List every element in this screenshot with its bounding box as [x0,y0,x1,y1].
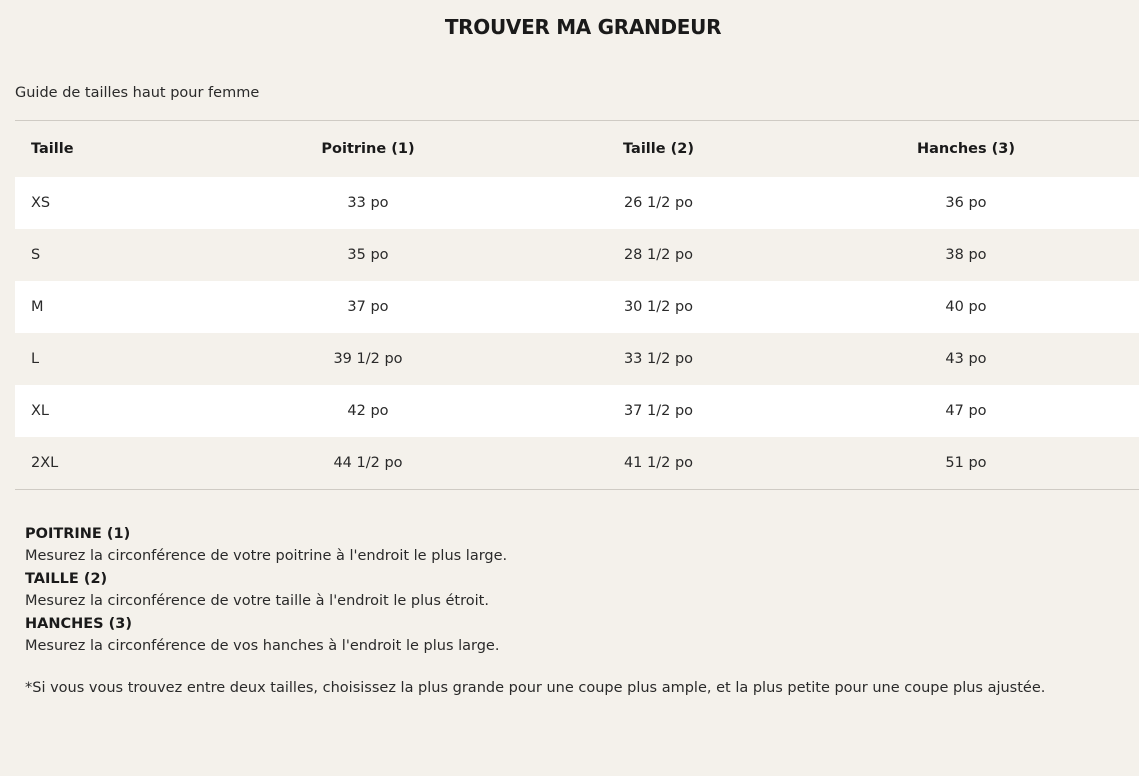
chest-cell: 33 po [347,195,389,211]
hips-cell: 36 po [945,195,987,211]
table-row: M 37 po 30 1/2 po 40 po [15,281,1139,333]
size-cell: L [31,351,40,367]
chest-cell: 39 1/2 po [333,351,403,367]
hips-cell: 43 po [945,351,987,367]
size-cell: M [31,299,44,315]
size-guide-subtitle: Guide de tailles haut pour femme [15,85,260,101]
note-waist-label: TAILLE (2) [25,571,108,587]
table-row: XS 33 po 26 1/2 po 36 po [15,177,1139,229]
hips-cell: 38 po [945,247,987,263]
note-chest-label: POITRINE (1) [25,526,131,542]
waist-cell: 28 1/2 po [623,247,694,263]
header-waist: Taille (2) [623,141,694,157]
chest-cell: 44 1/2 po [333,455,403,471]
size-footnote: *Si vous vous trouvez entre deux tailles… [25,680,1046,696]
table-row: 2XL 44 1/2 po 41 1/2 po 51 po [15,437,1139,489]
waist-cell: 26 1/2 po [623,195,694,211]
measurement-notes: POITRINE (1) Mesurez la circonférence de… [25,523,507,658]
waist-cell: 37 1/2 po [623,403,694,419]
chest-cell: 42 po [347,403,389,419]
hips-cell: 40 po [945,299,987,315]
hips-cell: 47 po [945,403,987,419]
note-hips-text: Mesurez la circonférence de vos hanches … [25,638,500,654]
size-cell: S [31,247,41,263]
table-row: S 35 po 28 1/2 po 38 po [15,229,1139,281]
size-table: Taille Poitrine (1) Taille (2) Hanches (… [15,120,1139,490]
hips-cell: 51 po [945,455,987,471]
waist-cell: 41 1/2 po [623,455,694,471]
chest-cell: 37 po [347,299,389,315]
table-row: L 39 1/2 po 33 1/2 po 43 po [15,333,1139,385]
header-size: Taille [31,141,74,157]
header-hips: Hanches (3) [916,141,1016,157]
header-chest: Poitrine (1) [321,141,415,157]
waist-cell: 30 1/2 po [623,299,694,315]
chest-cell: 35 po [347,247,389,263]
table-header-row: Taille Poitrine (1) Taille (2) Hanches (… [15,121,1139,177]
note-chest-text: Mesurez la circonférence de votre poitri… [25,548,508,564]
size-cell: 2XL [31,455,59,471]
waist-cell: 33 1/2 po [623,351,694,367]
page-title: TROUVER MA GRANDEUR [444,15,722,39]
size-cell: XS [31,195,51,211]
size-cell: XL [31,403,50,419]
note-waist-text: Mesurez la circonférence de votre taille… [25,593,489,609]
table-row: XL 42 po 37 1/2 po 47 po [15,385,1139,437]
note-hips-label: HANCHES (3) [25,616,133,632]
